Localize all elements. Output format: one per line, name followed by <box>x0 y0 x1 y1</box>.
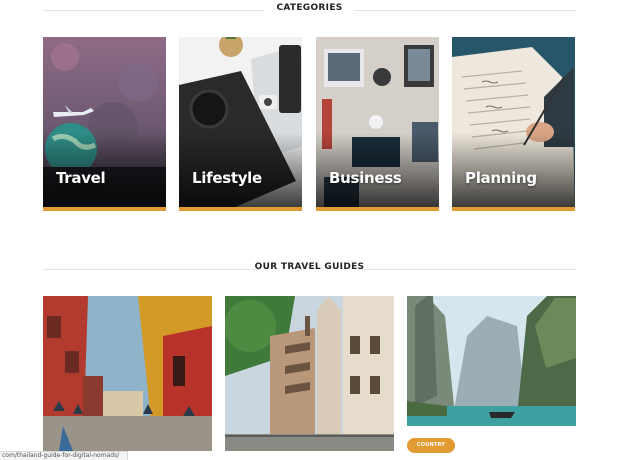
category-card-planning[interactable]: Planning <box>452 37 575 211</box>
category-label-planning: Planning <box>465 169 537 187</box>
heading-rule-right <box>354 10 576 11</box>
category-label-business: Business <box>329 169 402 187</box>
status-bar-url: com/thailand-guide-for-digital-nomads/ <box>0 451 128 460</box>
categories-heading: CATEGORIES <box>43 3 576 17</box>
categories-title: CATEGORIES <box>276 3 343 13</box>
guide-card-mexico[interactable] <box>43 296 212 451</box>
category-card-lifestyle[interactable]: Lifestyle <box>179 37 302 211</box>
category-card-business[interactable]: Business <box>316 37 439 211</box>
travel-guides-title: OUR TRAVEL GUIDES <box>254 262 365 272</box>
guide-image-karst-landscape <box>407 296 576 426</box>
category-label-travel: Travel <box>56 169 106 187</box>
category-card-travel[interactable]: Travel <box>43 37 166 211</box>
guide-card-europe[interactable] <box>225 296 394 451</box>
country-guides-badge[interactable]: COUNTRY GUIDES <box>407 438 455 460</box>
guide-card-thailand[interactable] <box>407 296 576 426</box>
heading-rule-right <box>358 269 576 270</box>
guide-image-colorful-street <box>43 296 212 451</box>
category-label-lifestyle: Lifestyle <box>192 169 262 187</box>
guide-image-european-street <box>225 296 394 451</box>
travel-guides-heading: OUR TRAVEL GUIDES <box>43 262 576 276</box>
